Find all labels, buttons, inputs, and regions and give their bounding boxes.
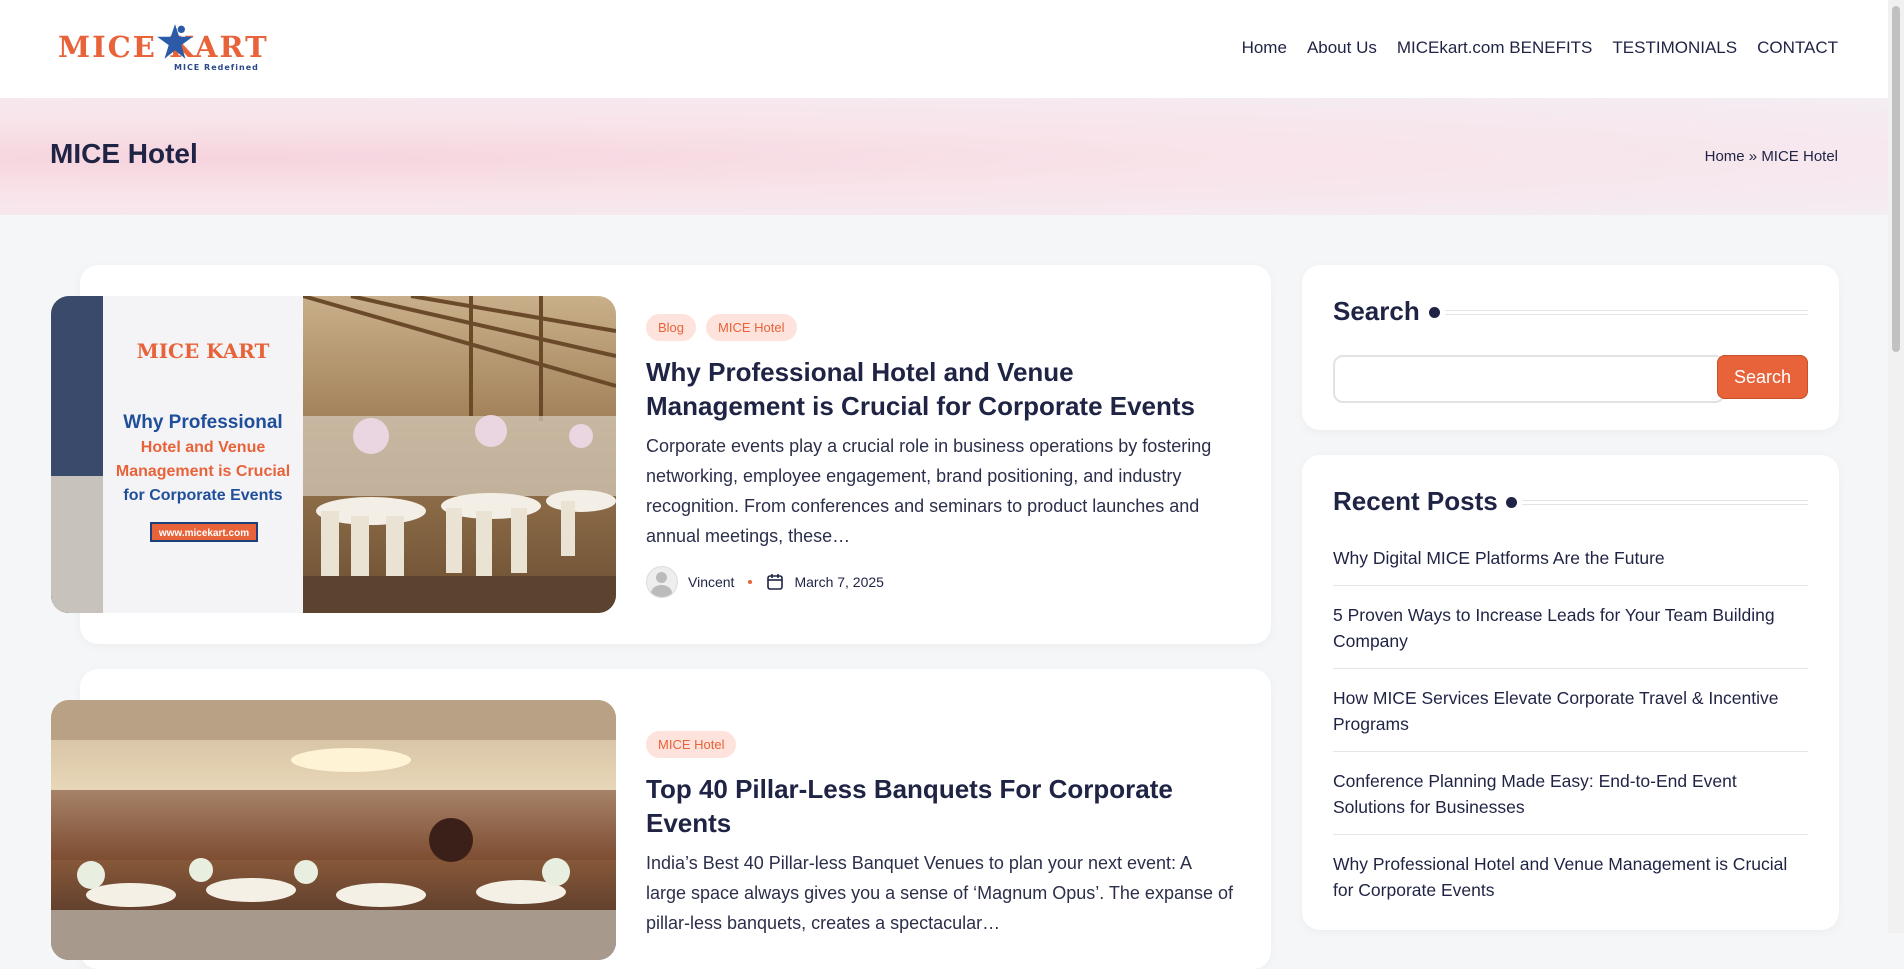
- tag-blog[interactable]: Blog: [646, 314, 697, 341]
- recent-posts-list: Why Digital MICE Platforms Are the Futur…: [1333, 545, 1808, 933]
- calendar-icon: [767, 574, 784, 590]
- breadcrumb-current: MICE Hotel: [1761, 148, 1838, 165]
- post-tags: Blog MICE Hotel: [646, 314, 797, 341]
- nav-contact[interactable]: CONTACT: [1757, 38, 1838, 58]
- site-logo[interactable]: MICE KART MICE Redefined: [58, 22, 267, 74]
- post-title[interactable]: Why Professional Hotel and Venue Managem…: [646, 355, 1236, 423]
- search-widget-title: Search: [1333, 296, 1420, 326]
- post-meta: Vincent March 7, 2025: [646, 566, 884, 598]
- title-divider: [1445, 310, 1808, 315]
- nav-testimonials[interactable]: TESTIMONIALS: [1612, 38, 1737, 58]
- post-date: March 7, 2025: [794, 574, 884, 590]
- post-excerpt: India’s Best 40 Pillar-less Banquet Venu…: [646, 853, 1233, 933]
- search-widget: Search Search: [1302, 265, 1839, 430]
- recent-post-link[interactable]: Why Professional Hotel and Venue Managem…: [1333, 851, 1808, 917]
- recent-post-link[interactable]: Why Digital MICE Platforms Are the Futur…: [1333, 545, 1808, 586]
- breadcrumb: Home » MICE Hotel: [1705, 148, 1838, 165]
- page-title: MICE Hotel: [50, 138, 198, 169]
- nav-home[interactable]: Home: [1242, 38, 1287, 58]
- search-button[interactable]: Search: [1717, 355, 1808, 399]
- title-dot: [1429, 307, 1440, 318]
- nav-about-us[interactable]: About Us: [1307, 38, 1377, 58]
- title-divider: [1522, 500, 1808, 505]
- thumb-line1: Why Professional: [123, 412, 282, 433]
- nav-benefits[interactable]: MICEkart.com BENEFITS: [1397, 38, 1593, 58]
- tag-mice-hotel[interactable]: MICE Hotel: [646, 731, 737, 758]
- page-scrollbar[interactable]: [1888, 0, 1904, 933]
- breadcrumb-home[interactable]: Home: [1705, 148, 1745, 165]
- title-dot: [1506, 497, 1517, 508]
- thumb-line2: Hotel and Venue: [141, 439, 266, 456]
- thumb-url: www.micekart.com: [158, 528, 249, 539]
- post-tags: MICE Hotel: [646, 731, 737, 758]
- scrollbar-thumb[interactable]: [1892, 6, 1900, 352]
- recent-posts-title: Recent Posts: [1333, 486, 1498, 516]
- breadcrumb-separator: »: [1748, 148, 1758, 165]
- post-thumbnail[interactable]: [51, 700, 616, 960]
- recent-post-link[interactable]: Conference Planning Made Easy: End-to-En…: [1333, 768, 1808, 835]
- post-thumbnail-image: [51, 700, 616, 960]
- star-person-icon: [157, 24, 193, 59]
- post-excerpt: Corporate events play a crucial role in …: [646, 436, 1212, 546]
- page-banner: MICE Hotel Home » MICE Hotel: [0, 98, 1888, 215]
- recent-posts-widget: Recent Posts Why Digital MICE Platforms …: [1302, 455, 1839, 930]
- main-nav: Home About Us MICEkart.com BENEFITS TEST…: [1242, 38, 1838, 58]
- recent-post-link[interactable]: 5 Proven Ways to Increase Leads for Your…: [1333, 602, 1808, 669]
- meta-separator: [748, 580, 753, 584]
- thumb-line3: Management is Crucial: [116, 463, 290, 480]
- search-input[interactable]: [1333, 355, 1725, 403]
- post-title[interactable]: Top 40 Pillar-Less Banquets For Corporat…: [646, 772, 1236, 840]
- site-header: MICE KART MICE Redefined Home About Us M…: [0, 0, 1888, 98]
- post-author[interactable]: Vincent: [688, 574, 734, 590]
- thumb-line4: for Corporate Events: [123, 487, 282, 504]
- logo-tagline: MICE Redefined: [174, 63, 259, 72]
- recent-post-link[interactable]: How MICE Services Elevate Corporate Trav…: [1333, 685, 1808, 752]
- post-thumbnail-image: MICE KART Why Professional Hotel and Ven…: [51, 296, 616, 613]
- author-avatar: [646, 566, 678, 598]
- thumb-logo: MICE KART: [137, 339, 270, 363]
- tag-mice-hotel[interactable]: MICE Hotel: [706, 314, 797, 341]
- post-thumbnail[interactable]: MICE KART Why Professional Hotel and Ven…: [51, 296, 616, 613]
